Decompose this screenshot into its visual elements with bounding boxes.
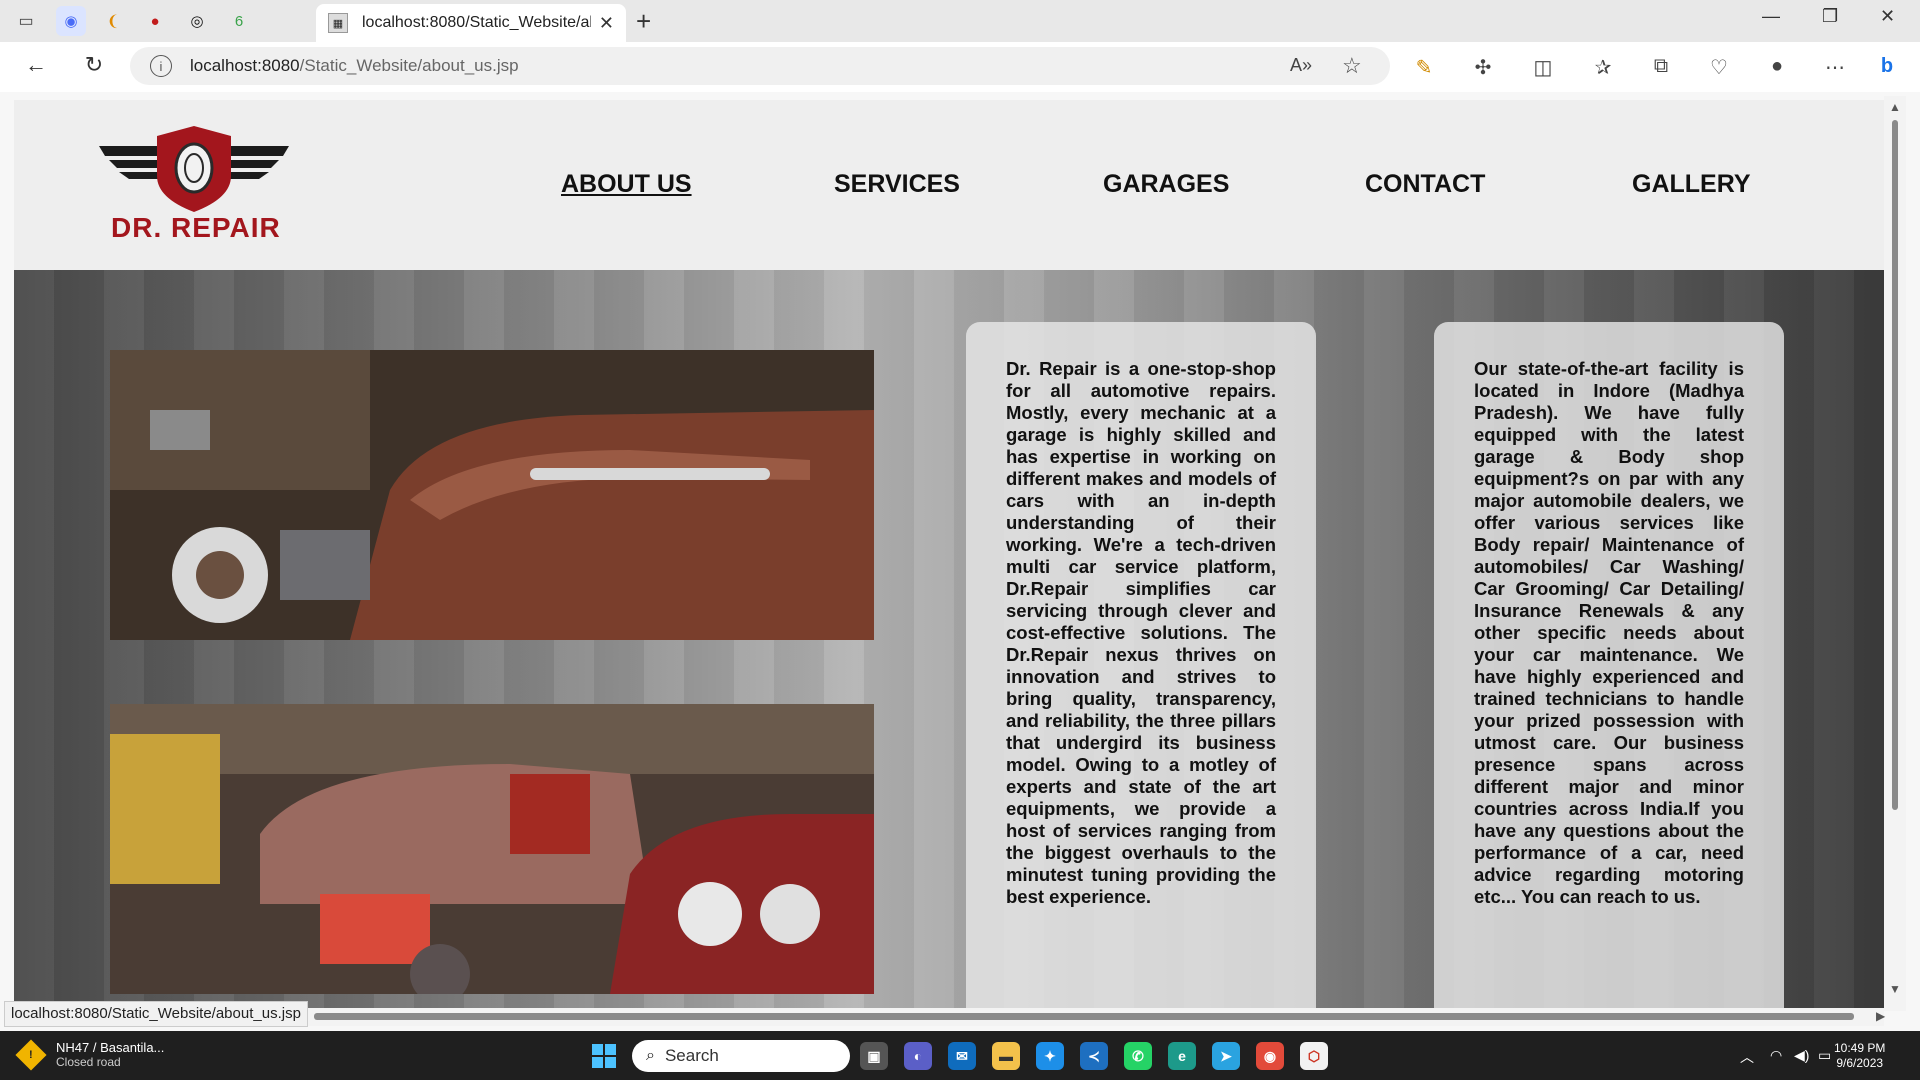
profile-icon[interactable]: ● bbox=[1764, 55, 1790, 78]
traffic-warning-icon: ! bbox=[15, 1038, 47, 1071]
url-host: localhost:8080 bbox=[190, 56, 300, 75]
taskbar-search[interactable]: ⌕ Search bbox=[632, 1040, 850, 1072]
nav-garages[interactable]: GARAGES bbox=[1103, 170, 1229, 199]
pinned-tab-icon-2[interactable]: ❨ bbox=[98, 6, 128, 36]
about-text-card-2: Our state-of-the-art facility is located… bbox=[1434, 322, 1784, 1010]
more-options-icon[interactable]: ⋯ bbox=[1822, 55, 1848, 80]
minimize-icon[interactable]: — bbox=[1762, 6, 1780, 27]
close-window-icon[interactable]: ✕ bbox=[1880, 6, 1895, 27]
start-button[interactable] bbox=[592, 1044, 616, 1068]
nav-contact[interactable]: CONTACT bbox=[1365, 170, 1485, 199]
favorites-icon[interactable]: ✰ bbox=[1590, 55, 1616, 80]
browser-essentials-icon[interactable]: ♡ bbox=[1706, 55, 1732, 80]
vertical-scroll-thumb[interactable] bbox=[1892, 120, 1898, 810]
weather-subtitle: Closed road bbox=[56, 1055, 121, 1069]
whatsapp-icon[interactable]: ✆ bbox=[1124, 1042, 1152, 1070]
search-icon: ⌕ bbox=[646, 1047, 655, 1064]
web-page: DR. REPAIR ABOUT US SERVICES GARAGES CON… bbox=[14, 100, 1884, 1010]
pinned-tab-icon-3[interactable]: ● bbox=[140, 6, 170, 36]
safari-icon[interactable]: ✦ bbox=[1036, 1042, 1064, 1070]
tab-actions-icon[interactable]: ▭ bbox=[8, 5, 44, 37]
extension-pen-icon[interactable]: ✎ bbox=[1411, 55, 1437, 80]
browser-window: ▭ ◉ ❨ ● ◎ 6 ▦ localhost:8080/Static_Webs… bbox=[0, 0, 1920, 1031]
weather-widget[interactable]: ! NH47 / Basantila... Closed road bbox=[15, 1038, 165, 1071]
hero-background-image: Dr. Repair is a one-stop-shop for all au… bbox=[14, 270, 1884, 1010]
edge-browser-icon[interactable]: e bbox=[1168, 1042, 1196, 1070]
tab-strip: ▭ ◉ ❨ ● ◎ 6 ▦ localhost:8080/Static_Webs… bbox=[0, 0, 1920, 42]
close-tab-icon[interactable]: ✕ bbox=[599, 13, 614, 34]
teams-chat-icon[interactable]: ◐ bbox=[904, 1042, 932, 1070]
garage-photo-1 bbox=[110, 350, 874, 640]
telegram-icon[interactable]: ➤ bbox=[1212, 1042, 1240, 1070]
mail-icon[interactable]: ✉ bbox=[948, 1042, 976, 1070]
nav-services[interactable]: SERVICES bbox=[834, 170, 960, 199]
task-view-icon[interactable]: ▣ bbox=[860, 1042, 888, 1070]
wifi-icon[interactable]: ◠ bbox=[1770, 1047, 1782, 1064]
scroll-right-arrow-icon[interactable]: ▶ bbox=[1876, 1009, 1885, 1023]
back-icon[interactable]: ← bbox=[20, 52, 52, 82]
status-bar-url: localhost:8080/Static_Website/about_us.j… bbox=[4, 1001, 308, 1027]
page-favicon-icon: ▦ bbox=[328, 13, 348, 33]
clock-date: 9/6/2023 bbox=[1836, 1056, 1884, 1070]
garage-photo-2 bbox=[110, 704, 874, 994]
site-header: DR. REPAIR ABOUT US SERVICES GARAGES CON… bbox=[14, 100, 1884, 270]
pinned-tab-icon-5[interactable]: 6 bbox=[224, 6, 254, 36]
copilot-icon[interactable]: b bbox=[1874, 55, 1900, 78]
address-bar[interactable]: i localhost:8080/Static_Website/about_us… bbox=[130, 47, 1390, 85]
horizontal-scroll-thumb[interactable] bbox=[314, 1013, 1854, 1020]
nav-gallery[interactable]: GALLERY bbox=[1632, 170, 1751, 199]
brave-app-icon[interactable]: ⬡ bbox=[1300, 1042, 1328, 1070]
github-icon[interactable]: ◎ bbox=[182, 6, 212, 36]
site-info-icon[interactable]: i bbox=[150, 55, 172, 77]
new-tab-icon[interactable]: + bbox=[636, 6, 651, 37]
weather-title: NH47 / Basantila... bbox=[56, 1040, 165, 1055]
favorite-star-icon[interactable]: ☆ bbox=[1342, 53, 1362, 79]
pinned-tab-icon-1[interactable]: ◉ bbox=[56, 6, 86, 36]
file-explorer-icon[interactable]: ▬ bbox=[992, 1042, 1020, 1070]
maximize-icon[interactable]: ❐ bbox=[1822, 6, 1838, 27]
collections-icon[interactable]: ⧉ bbox=[1648, 55, 1674, 78]
vscode-icon[interactable]: ≺ bbox=[1080, 1042, 1108, 1070]
search-placeholder: Search bbox=[664, 1046, 719, 1065]
extensions-icon[interactable]: ✣ bbox=[1470, 55, 1496, 80]
system-clock[interactable]: 10:49 PM 9/6/2023 bbox=[1834, 1041, 1885, 1071]
chrome-icon[interactable]: ◉ bbox=[1256, 1042, 1284, 1070]
url-path: /Static_Website/about_us.jsp bbox=[299, 56, 519, 75]
split-screen-icon[interactable]: ◫ bbox=[1530, 55, 1556, 80]
nav-about-us[interactable]: ABOUT US bbox=[561, 170, 692, 199]
tray-chevron-icon[interactable]: ︿ bbox=[1740, 1047, 1754, 1067]
windows-taskbar: ! NH47 / Basantila... Closed road ⌕ Sear… bbox=[0, 1031, 1920, 1080]
scroll-down-arrow-icon[interactable]: ▼ bbox=[1889, 982, 1901, 996]
about-text-card-1: Dr. Repair is a one-stop-shop for all au… bbox=[966, 322, 1316, 1010]
logo-text: DR. REPAIR bbox=[111, 212, 281, 243]
scroll-up-arrow-icon[interactable]: ▲ bbox=[1889, 100, 1901, 114]
tab-active[interactable]: ▦ localhost:8080/Static_Website/ab ✕ bbox=[316, 4, 626, 42]
vertical-scrollbar[interactable]: ▲ ▼ bbox=[1884, 96, 1906, 1011]
tab-title: localhost:8080/Static_Website/ab bbox=[362, 14, 591, 31]
volume-icon[interactable]: ◀) bbox=[1794, 1047, 1809, 1064]
refresh-icon[interactable]: ↻ bbox=[78, 52, 110, 82]
address-toolbar: ← ↻ i localhost:8080/Static_Website/abou… bbox=[0, 42, 1920, 92]
clock-time: 10:49 PM bbox=[1834, 1041, 1886, 1055]
read-aloud-icon[interactable]: A» bbox=[1290, 55, 1312, 76]
battery-icon[interactable]: ▭ bbox=[1818, 1047, 1831, 1064]
